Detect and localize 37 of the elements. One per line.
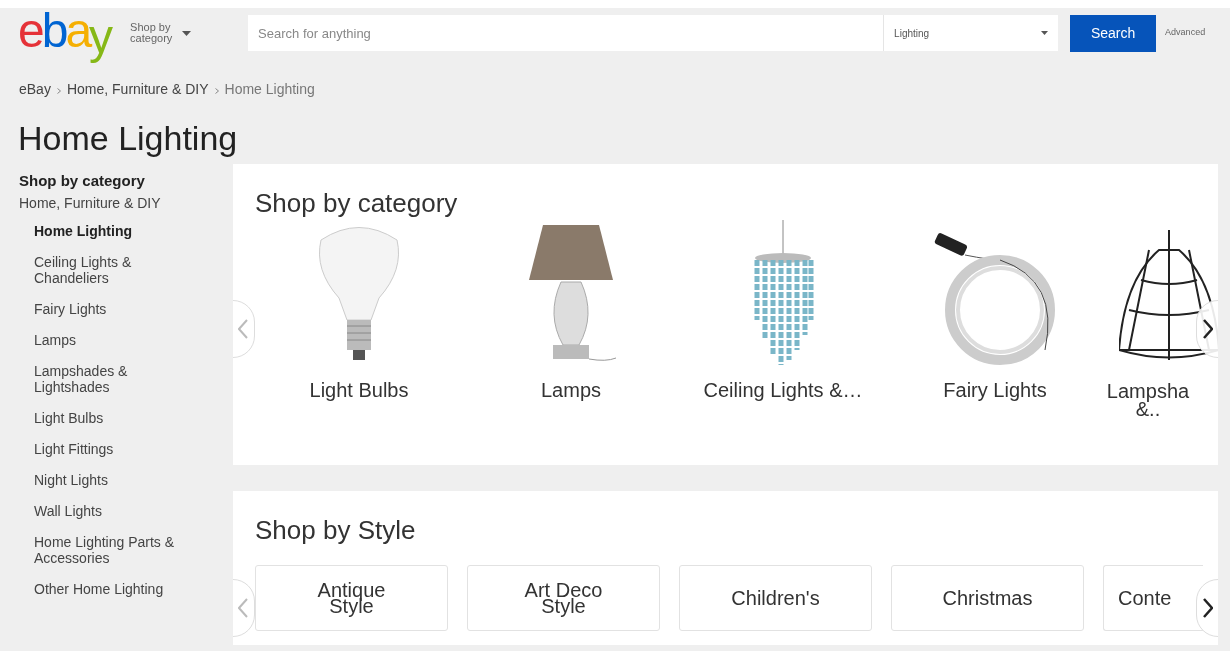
section-title: Shop by Style	[254, 514, 417, 545]
shop-by-category-link[interactable]: Shop by category	[130, 22, 183, 44]
chevron-right-icon	[214, 87, 219, 94]
sidebar-item[interactable]: Light Fittings	[34, 433, 204, 464]
chevron-left-icon	[238, 598, 248, 618]
chevron-right-icon	[1203, 598, 1213, 618]
category-dropdown[interactable]: Lighting	[883, 15, 1059, 51]
chevron-right-icon	[1203, 319, 1213, 339]
chevron-left-icon	[238, 319, 248, 339]
caret-icon	[1041, 31, 1049, 35]
sidebar-item[interactable]: Other Home Lighting	[34, 573, 204, 604]
sidebar-item[interactable]: Lampshades & Lightshades	[34, 355, 204, 402]
caret-icon	[182, 30, 192, 36]
page-title: Home Lighting	[17, 118, 239, 158]
sidebar-parent-link[interactable]: Home, Furniture & DIY	[19, 195, 169, 211]
sidebar-item[interactable]: Wall Lights	[34, 495, 204, 526]
breadcrumb-link[interactable]: Home Lighting	[224, 78, 315, 100]
search-field[interactable]: Search for anything	[248, 15, 884, 51]
sidebar-item[interactable]: Ceiling Lights & Chandeliers	[34, 246, 204, 293]
advanced-search-link[interactable]: Advanced	[1165, 26, 1206, 40]
section-title: Shop by category	[254, 187, 459, 218]
category-label[interactable]: Lampsha &..	[1105, 382, 1191, 418]
style-tile[interactable]: Art Deco Style	[467, 565, 660, 631]
chevron-right-icon	[56, 87, 61, 94]
style-tile[interactable]: Children's	[679, 565, 872, 631]
breadcrumb-link[interactable]: eBay	[19, 78, 51, 100]
sidebar-item[interactable]: Fairy Lights	[34, 293, 204, 324]
sidebar-item[interactable]: Night Lights	[34, 464, 204, 495]
search-button[interactable]: Search	[1070, 14, 1157, 52]
breadcrumb-link[interactable]: Home, Furniture & DIY	[66, 78, 209, 100]
sidebar-item[interactable]: Lamps	[34, 324, 204, 355]
sidebar-item[interactable]: Home Lighting	[34, 215, 204, 246]
sidebar-item[interactable]: Home Lighting Parts & Accessories	[34, 526, 204, 573]
style-tile[interactable]: Antique Style	[255, 565, 448, 631]
style-tile[interactable]: Christmas	[891, 565, 1084, 631]
sidebar-item[interactable]: Light Bulbs	[34, 402, 204, 433]
sidebar-heading: Shop by category	[19, 172, 146, 190]
